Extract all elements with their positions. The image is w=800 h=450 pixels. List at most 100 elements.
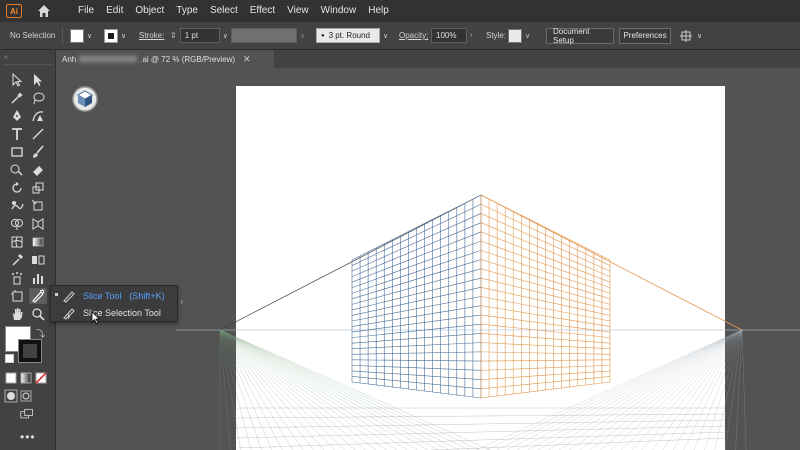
- variable-width-profile[interactable]: ∨: [231, 22, 305, 49]
- profile-preview[interactable]: [231, 28, 297, 43]
- chevron-down-icon[interactable]: ∨: [383, 32, 388, 40]
- artboard[interactable]: [236, 86, 725, 450]
- free-transform-tool-icon[interactable]: [29, 198, 47, 214]
- chevron-down-icon[interactable]: ∨: [121, 32, 126, 40]
- preferences-button[interactable]: Preferences: [619, 27, 671, 44]
- selection-tool-icon[interactable]: [8, 72, 26, 88]
- paintbrush-tool-icon[interactable]: [29, 144, 47, 160]
- mesh-tool-icon[interactable]: [8, 234, 26, 250]
- chevron-down-icon[interactable]: ∨: [87, 32, 92, 40]
- fill-control[interactable]: ∨: [70, 22, 92, 49]
- menu-help[interactable]: Help: [362, 0, 395, 22]
- collapse-icon[interactable]: «: [4, 54, 8, 62]
- none-mode-icon[interactable]: [34, 370, 48, 386]
- hand-tool-icon[interactable]: [8, 306, 26, 322]
- home-icon[interactable]: [36, 3, 52, 19]
- swap-colors-icon[interactable]: ⤵: [36, 327, 45, 340]
- document-tab[interactable]: Anh .ai @ 72 % (RGB/Preview) ✕: [56, 50, 274, 68]
- chevron-down-icon[interactable]: ∨: [525, 32, 530, 40]
- panel-grip[interactable]: «: [4, 54, 52, 62]
- chevron-down-icon[interactable]: ∨: [223, 32, 228, 40]
- arrange-documents[interactable]: ∨: [680, 22, 702, 49]
- style-swatch[interactable]: [508, 28, 522, 43]
- floor-grid-line: [741, 329, 747, 450]
- opacity-label[interactable]: Opacity:: [399, 22, 428, 49]
- curvature-tool-icon[interactable]: [29, 108, 47, 124]
- document-tab-bar: Anh .ai @ 72 % (RGB/Preview) ✕: [56, 50, 800, 68]
- graphic-style-control[interactable]: ∨: [508, 22, 530, 49]
- flyout-item-slice-tool[interactable]: Slice Tool (Shift+K): [51, 287, 177, 304]
- rotate-tool-icon[interactable]: [8, 180, 26, 196]
- gradient-tool-icon[interactable]: [29, 234, 47, 250]
- control-bar: No Selection ∨ ∨ Stroke: ⇕ 1 pt ∨ ∨ ● 3 p…: [0, 22, 800, 50]
- menu-select[interactable]: Select: [204, 0, 244, 22]
- eyedropper-tool-icon[interactable]: [8, 252, 26, 268]
- warp-tool-icon[interactable]: [8, 198, 26, 214]
- stroke-control[interactable]: ∨: [104, 22, 126, 49]
- mouse-cursor-icon: [91, 311, 101, 324]
- gradient-mode-icon[interactable]: [19, 370, 33, 386]
- chevron-down-icon[interactable]: ∨: [697, 32, 702, 40]
- stroke-weight-field[interactable]: 1 pt: [179, 28, 220, 43]
- document-setup-button[interactable]: Document Setup: [546, 27, 614, 45]
- artboard-tool-icon[interactable]: [8, 288, 26, 304]
- menu-type[interactable]: Type: [170, 0, 204, 22]
- zoom-tool-icon[interactable]: [29, 306, 47, 322]
- shaper-tool-icon[interactable]: [8, 162, 26, 178]
- perspective-plane-widget-icon[interactable]: [72, 86, 98, 112]
- menu-bar: Ai File Edit Object Type Select Effect V…: [0, 0, 800, 22]
- blend-tool-icon[interactable]: [29, 252, 47, 268]
- canvas-pasteboard[interactable]: [56, 68, 800, 450]
- floor-grid-line: [735, 329, 743, 450]
- stroke-label[interactable]: Stroke:: [139, 22, 164, 49]
- stepper-icon[interactable]: ⇕: [170, 31, 177, 40]
- screen-mode-icon[interactable]: [16, 406, 38, 422]
- slice-selection-tool-icon: [63, 307, 75, 320]
- draw-behind-icon[interactable]: [19, 388, 33, 404]
- chevron-down-icon[interactable]: ∨: [300, 32, 305, 40]
- color-mode-icon[interactable]: [4, 370, 18, 386]
- scale-tool-icon[interactable]: [29, 180, 47, 196]
- type-tool-icon[interactable]: [8, 126, 26, 142]
- brush-definition[interactable]: ● 3 pt. Round ∨: [316, 22, 388, 49]
- menu-edit[interactable]: Edit: [100, 0, 129, 22]
- flyout-item-label: Slice Tool: [83, 290, 122, 301]
- menu-file[interactable]: File: [72, 0, 100, 22]
- default-colors-icon[interactable]: [5, 354, 14, 363]
- stroke-color-swatch[interactable]: [18, 339, 42, 363]
- blurred-filename: [79, 56, 138, 62]
- stroke-swatch[interactable]: [104, 28, 118, 43]
- divider: [62, 27, 63, 44]
- preferences-wrap: Preferences: [619, 22, 671, 49]
- close-icon[interactable]: ✕: [243, 54, 251, 65]
- eraser-tool-icon[interactable]: [29, 162, 47, 178]
- menu-view[interactable]: View: [281, 0, 315, 22]
- stroke-weight[interactable]: ⇕ 1 pt ∨: [170, 22, 228, 49]
- lasso-tool-icon[interactable]: [29, 90, 47, 106]
- perspective-grid-tool-icon[interactable]: [29, 216, 47, 232]
- draw-normal-icon[interactable]: [4, 388, 18, 404]
- opacity-field[interactable]: 100%: [431, 28, 467, 43]
- rectangle-tool-icon[interactable]: [8, 144, 26, 160]
- line-segment-tool-icon[interactable]: [29, 126, 47, 142]
- shape-builder-tool-icon[interactable]: [8, 216, 26, 232]
- magic-wand-tool-icon[interactable]: [8, 90, 26, 106]
- brush-field[interactable]: ● 3 pt. Round: [316, 28, 380, 43]
- chevron-right-icon[interactable]: ›: [470, 32, 472, 39]
- direct-selection-tool-icon[interactable]: [29, 72, 47, 88]
- menu-window[interactable]: Window: [315, 0, 363, 22]
- menu-items: File Edit Object Type Select Effect View…: [72, 0, 395, 22]
- flyout-item-slice-selection-tool[interactable]: Slice Selection Tool: [51, 304, 177, 321]
- slice-tool-icon[interactable]: [29, 288, 47, 304]
- more-tools-icon[interactable]: •••: [20, 430, 36, 444]
- arrange-icon[interactable]: [680, 29, 694, 42]
- column-graph-tool-icon[interactable]: [29, 270, 47, 286]
- menu-effect[interactable]: Effect: [244, 0, 281, 22]
- brush-label: 3 pt. Round: [328, 31, 370, 40]
- symbol-sprayer-tool-icon[interactable]: [8, 270, 26, 286]
- pen-tool-icon[interactable]: [8, 108, 26, 124]
- fill-swatch[interactable]: [70, 28, 84, 43]
- slice-tool-flyout: Slice Tool (Shift+K) Slice Selection Too…: [50, 285, 183, 322]
- opacity-control[interactable]: 100% ›: [431, 22, 472, 49]
- menu-object[interactable]: Object: [129, 0, 170, 22]
